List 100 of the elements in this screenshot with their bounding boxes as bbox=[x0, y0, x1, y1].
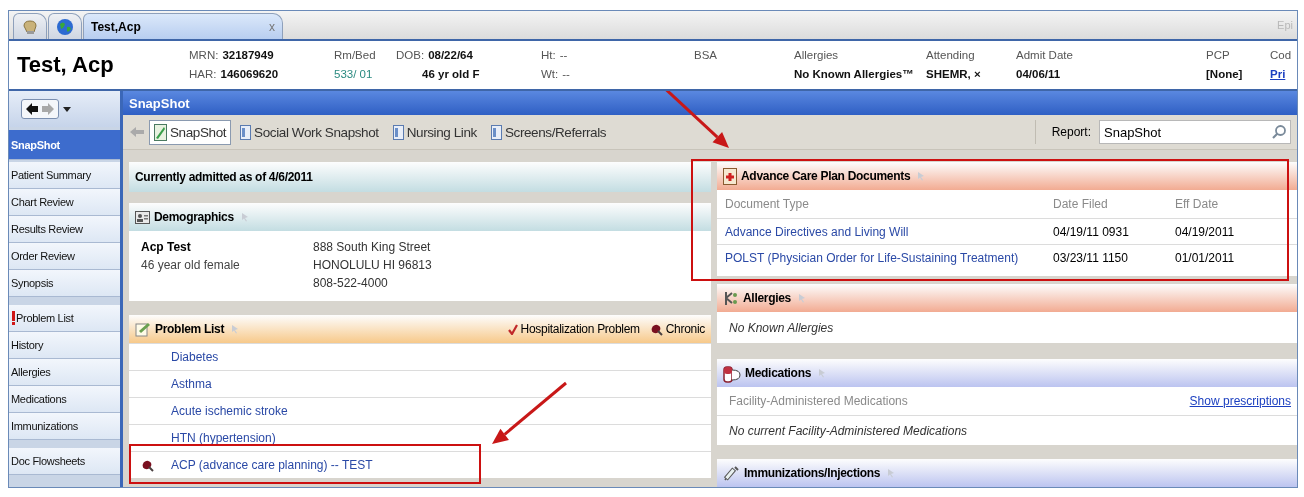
document-icon bbox=[392, 124, 404, 140]
section-title: Allergies bbox=[743, 291, 791, 305]
pin-icon bbox=[887, 468, 896, 478]
chronic-icon bbox=[649, 322, 663, 336]
section-title: Problem List bbox=[155, 322, 225, 336]
column-header: Date Filed bbox=[1053, 197, 1109, 211]
field-label: Wt: bbox=[541, 67, 559, 82]
sidebar-item[interactable]: SnapShot bbox=[9, 130, 120, 160]
sidebar-item[interactable]: Patient Summary bbox=[9, 162, 120, 189]
section-title: Demographics bbox=[154, 210, 234, 224]
globe-icon[interactable] bbox=[56, 17, 74, 36]
search-icon[interactable] bbox=[1271, 124, 1287, 140]
sidebar-item[interactable]: Doc Flowsheets bbox=[9, 448, 120, 475]
report-field[interactable]: SnapShot bbox=[1099, 120, 1291, 144]
toolbar-tab[interactable]: Screens/Referrals bbox=[485, 120, 612, 144]
back-arrow-icon[interactable] bbox=[25, 102, 39, 116]
field-value: -- bbox=[562, 67, 570, 82]
field-value: 08/22/64 bbox=[428, 48, 473, 63]
document-icon bbox=[490, 124, 502, 140]
field-value: [None] bbox=[1206, 67, 1243, 82]
field-value: 146069620 bbox=[220, 67, 279, 82]
section-title: Medications bbox=[745, 366, 812, 380]
field-label: Attending bbox=[926, 48, 975, 63]
toolbar-tab[interactable]: SnapShot bbox=[149, 119, 232, 145]
document-icon bbox=[240, 124, 252, 140]
section-title: Currently admitted as of 4/6/2011 bbox=[135, 170, 313, 184]
field-label: Rm/Bed bbox=[334, 48, 376, 63]
table-cell-text: 01/01/2011 bbox=[1175, 250, 1236, 265]
no-medications-text: No current Facility-Administered Medications bbox=[729, 423, 968, 438]
no-allergies-text: No Known Allergies bbox=[729, 320, 834, 335]
field-label: DOB: bbox=[396, 48, 425, 63]
show-prescriptions-link[interactable]: Show prescriptions bbox=[1189, 394, 1291, 408]
column-header: Document Type bbox=[725, 197, 810, 211]
problem-link[interactable]: HTN (hypertension) bbox=[171, 431, 276, 445]
address-line: 888 South King Street bbox=[313, 239, 432, 256]
sidebar-item[interactable]: Chart Review bbox=[9, 189, 120, 216]
link[interactable]: Pri bbox=[1270, 67, 1286, 82]
table-cell-text: 04/19/11 0931 bbox=[1053, 224, 1130, 239]
field-label: Admit Date bbox=[1016, 48, 1073, 63]
field-value: 04/06/11 bbox=[1016, 67, 1061, 82]
pin-icon bbox=[917, 171, 926, 181]
dropdown-caret-icon[interactable] bbox=[63, 106, 71, 112]
field-value: 533/ 01 bbox=[334, 67, 373, 82]
document-link[interactable]: POLST (Physician Order for Life-Sustaining Treatment) bbox=[725, 250, 1053, 265]
pin-icon bbox=[231, 324, 240, 334]
checkmark-icon bbox=[507, 323, 518, 335]
id-card-icon bbox=[135, 209, 150, 225]
field-value: No Known Allergies™ bbox=[794, 67, 914, 82]
legend-label: Hospitalization Problem bbox=[520, 322, 640, 336]
problem-link[interactable]: Asthma bbox=[171, 377, 212, 391]
address-line: HONOLULU HI 96813 bbox=[313, 257, 432, 274]
sidebar-item[interactable]: Synopsis bbox=[9, 270, 120, 297]
field-value: SHEMR, × bbox=[926, 67, 981, 82]
field-label: Allergies bbox=[794, 48, 839, 63]
sidebar-item[interactable]: History bbox=[9, 332, 120, 359]
table-subheader: Facility-Administered Medications bbox=[729, 394, 908, 408]
alert-icon bbox=[11, 311, 16, 325]
address-line: 808-522-4000 bbox=[313, 275, 389, 292]
window-tab[interactable] bbox=[48, 13, 82, 39]
sidebar-item[interactable]: Problem List bbox=[9, 305, 120, 332]
document-icon bbox=[154, 123, 167, 141]
problem-link[interactable]: Diabetes bbox=[171, 350, 219, 364]
field-value: 46 yr old F bbox=[422, 67, 480, 82]
table-cell-text: 03/23/11 1150 bbox=[1053, 250, 1129, 265]
field-value: -- bbox=[559, 48, 568, 63]
document-link[interactable]: Advance Directives and Living Will bbox=[725, 224, 1053, 239]
allergy-icon bbox=[723, 289, 739, 307]
report-label: Report: bbox=[1051, 125, 1091, 139]
sidebar-item[interactable]: Order Review bbox=[9, 243, 120, 270]
pin-icon bbox=[818, 368, 827, 378]
syringe-icon bbox=[723, 464, 740, 482]
pill-bottle-icon bbox=[723, 363, 741, 383]
toolbar-tab[interactable]: Social Work Snapshot bbox=[235, 120, 384, 144]
field-label: HAR: bbox=[189, 67, 217, 82]
sidebar-item[interactable]: Results Review bbox=[9, 216, 120, 243]
notepad-icon bbox=[135, 321, 151, 337]
field-label: BSA bbox=[694, 48, 717, 63]
legend-label: Chronic bbox=[665, 322, 705, 336]
field-label: PCP bbox=[1206, 48, 1230, 63]
patient-name: Test, Acp bbox=[17, 52, 115, 78]
medical-document-icon bbox=[723, 167, 737, 185]
section-title: Immunizations/Injections bbox=[744, 466, 881, 480]
sidebar-item[interactable]: Medications bbox=[9, 386, 120, 413]
field-label: Ht: bbox=[541, 48, 556, 63]
hand-icon[interactable] bbox=[21, 17, 39, 36]
patient-description: 46 year old female bbox=[141, 257, 241, 274]
panel-title: SnapShot bbox=[123, 91, 1297, 115]
problem-link[interactable]: Acute ischemic stroke bbox=[171, 404, 288, 418]
sidebar-item[interactable]: Immunizations bbox=[9, 413, 120, 440]
sidebar-item[interactable]: Allergies bbox=[9, 359, 120, 386]
toolbar-tab[interactable]: Nursing Link bbox=[387, 120, 482, 144]
patient-name: Acp Test bbox=[141, 239, 192, 256]
field-label: MRN: bbox=[189, 48, 219, 63]
window-tab[interactable]: Test,Acp x bbox=[83, 13, 283, 39]
problem-link[interactable]: ACP (advance care planning) -- TEST bbox=[171, 458, 373, 472]
field-label: Cod bbox=[1270, 48, 1292, 63]
window-tab[interactable] bbox=[13, 13, 47, 39]
column-header: Eff Date bbox=[1175, 197, 1220, 211]
field-value: 32187949 bbox=[222, 48, 274, 63]
pin-icon bbox=[240, 212, 249, 222]
